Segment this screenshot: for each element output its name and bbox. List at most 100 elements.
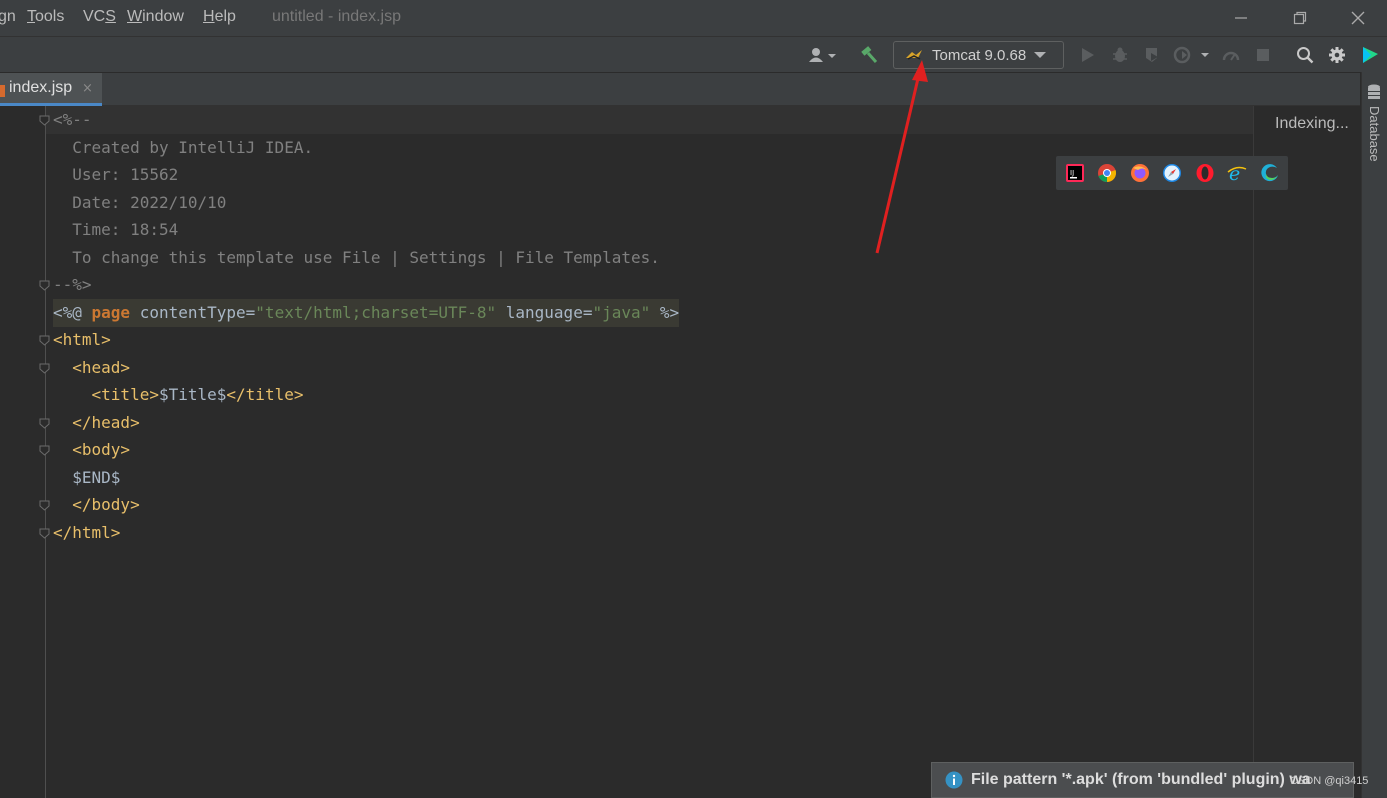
stop-icon (1257, 49, 1269, 61)
database-label: Database (1367, 106, 1382, 162)
fold-icon[interactable] (39, 500, 50, 511)
fold-icon[interactable] (39, 445, 50, 456)
minimize-button[interactable] (1227, 4, 1255, 32)
gear-icon (1329, 47, 1345, 63)
code-token: To change this template use File | Setti… (53, 247, 660, 267)
close-icon (1351, 11, 1365, 25)
code-line[interactable]: $END$ (53, 464, 120, 492)
current-line-highlight (46, 106, 1253, 134)
opera-icon[interactable] (1195, 163, 1215, 183)
code-line[interactable]: </body> (53, 491, 140, 519)
code-line[interactable]: <title>$Title$</title> (53, 381, 304, 409)
code-line[interactable]: <body> (53, 436, 130, 464)
safari-icon[interactable] (1162, 163, 1182, 183)
code-line[interactable]: Time: 18:54 (53, 216, 178, 244)
editor-tab-bar: index.jsp × (0, 72, 1360, 106)
firefox-icon[interactable] (1130, 163, 1150, 183)
code-token: "java" (592, 302, 651, 322)
code-token: </title> (226, 385, 304, 404)
fold-icon[interactable] (39, 528, 50, 539)
code-line[interactable]: Date: 2022/10/10 (53, 189, 226, 217)
menu-item-plugin[interactable]: gn (0, 8, 16, 26)
code-token: contentType= (130, 302, 256, 322)
indexing-status: Indexing... (1265, 110, 1357, 138)
code-line[interactable]: <head> (53, 354, 130, 382)
code-line[interactable]: User: 15562 (53, 161, 178, 189)
menu-bar: gn Tools VCS Window Help untitled - inde… (0, 0, 1387, 36)
code-token: %> (650, 302, 680, 322)
edge-icon[interactable] (1260, 163, 1280, 183)
code-line[interactable]: Created by IntelliJ IDEA. (53, 134, 313, 162)
attach-button[interactable] (1220, 37, 1242, 73)
chevron-down-icon (1034, 52, 1047, 58)
close-window-button[interactable] (1344, 4, 1372, 32)
chrome-icon[interactable] (1097, 163, 1117, 183)
watermark: CSDN @qi3415 (1290, 775, 1369, 787)
stop-button[interactable] (1252, 37, 1274, 73)
settings-button[interactable] (1325, 37, 1349, 73)
tab-label: index.jsp (9, 79, 73, 96)
code-token: User: 15562 (53, 165, 179, 184)
search-icon (1297, 47, 1314, 64)
tab-index-jsp[interactable]: index.jsp × (0, 73, 102, 106)
menu-item-window[interactable]: Window (127, 8, 184, 26)
code-token: <body> (53, 440, 131, 459)
fold-icon[interactable] (39, 335, 50, 346)
profile-button[interactable] (1171, 37, 1213, 73)
code-token: "text/html;charset=UTF-8" (255, 302, 497, 322)
code-token: Time: 18:54 (53, 220, 179, 239)
code-line[interactable]: <html> (53, 326, 111, 354)
database-icon (1368, 84, 1380, 99)
right-margin-guide (1253, 106, 1254, 798)
toolbox-icon (1363, 47, 1378, 63)
notification-text: File pattern '*.apk' (from 'bundled' plu… (971, 771, 1311, 788)
code-token: <%-- (53, 110, 92, 129)
jetbrains-client-button[interactable] (1358, 37, 1382, 73)
fold-icon[interactable] (39, 418, 50, 429)
restore-button[interactable] (1286, 4, 1314, 32)
debug-button[interactable] (1109, 37, 1131, 73)
code-line[interactable]: --%> (53, 271, 92, 299)
code-token: --%> (53, 275, 92, 294)
code-token: <%@ (53, 302, 92, 322)
profiler-dropdown-icon (1173, 46, 1209, 64)
intellij-icon[interactable]: IJ (1065, 163, 1085, 183)
toolbar: Tomcat 9.0.68 (0, 36, 1387, 72)
debug-icon (1113, 47, 1127, 62)
run-icon (1082, 48, 1094, 62)
code-token: page (91, 302, 131, 322)
code-line[interactable]: <%@ page contentType="text/html;charset=… (53, 298, 680, 327)
code-token: $END$ (53, 467, 121, 487)
annotation-arrow (875, 60, 928, 254)
minimize-icon (1235, 17, 1247, 19)
code-line[interactable]: </html> (53, 519, 120, 547)
code-token: Created by IntelliJ IDEA. (53, 137, 314, 157)
ie-icon[interactable]: e (1227, 163, 1247, 183)
run-button[interactable] (1077, 37, 1099, 73)
fold-icon[interactable] (39, 363, 50, 374)
code-token: </head> (53, 412, 140, 432)
fold-icon[interactable] (39, 115, 50, 126)
tab-close-icon[interactable]: × (82, 81, 93, 96)
fold-icon[interactable] (39, 280, 50, 291)
code-line[interactable]: <%-- (53, 106, 92, 134)
right-tool-strip (1361, 72, 1387, 798)
coverage-button[interactable] (1141, 37, 1163, 73)
code-line[interactable]: To change this template use File | Setti… (53, 244, 660, 272)
database-tool-window-button[interactable]: Database (1364, 106, 1384, 166)
code-token: $Title$ (158, 385, 227, 404)
menu-item-help[interactable]: Help (203, 8, 236, 26)
code-token: Date: 2022/10/10 (53, 192, 227, 212)
code-token: </body> (53, 495, 140, 514)
code-token: <html> (53, 330, 111, 349)
menu-item-tools[interactable]: Tools (27, 8, 64, 26)
account-button[interactable] (803, 37, 841, 73)
code-line[interactable]: </head> (53, 409, 140, 437)
search-button[interactable] (1293, 37, 1317, 73)
code-token: </html> (53, 522, 121, 542)
menu-item-vcs[interactable]: VCS (83, 8, 116, 26)
window-title: untitled - index.jsp (272, 8, 401, 25)
info-icon (945, 771, 963, 789)
code-token: <title> (53, 385, 159, 404)
run-config-label: Tomcat 9.0.68 (932, 46, 1027, 64)
